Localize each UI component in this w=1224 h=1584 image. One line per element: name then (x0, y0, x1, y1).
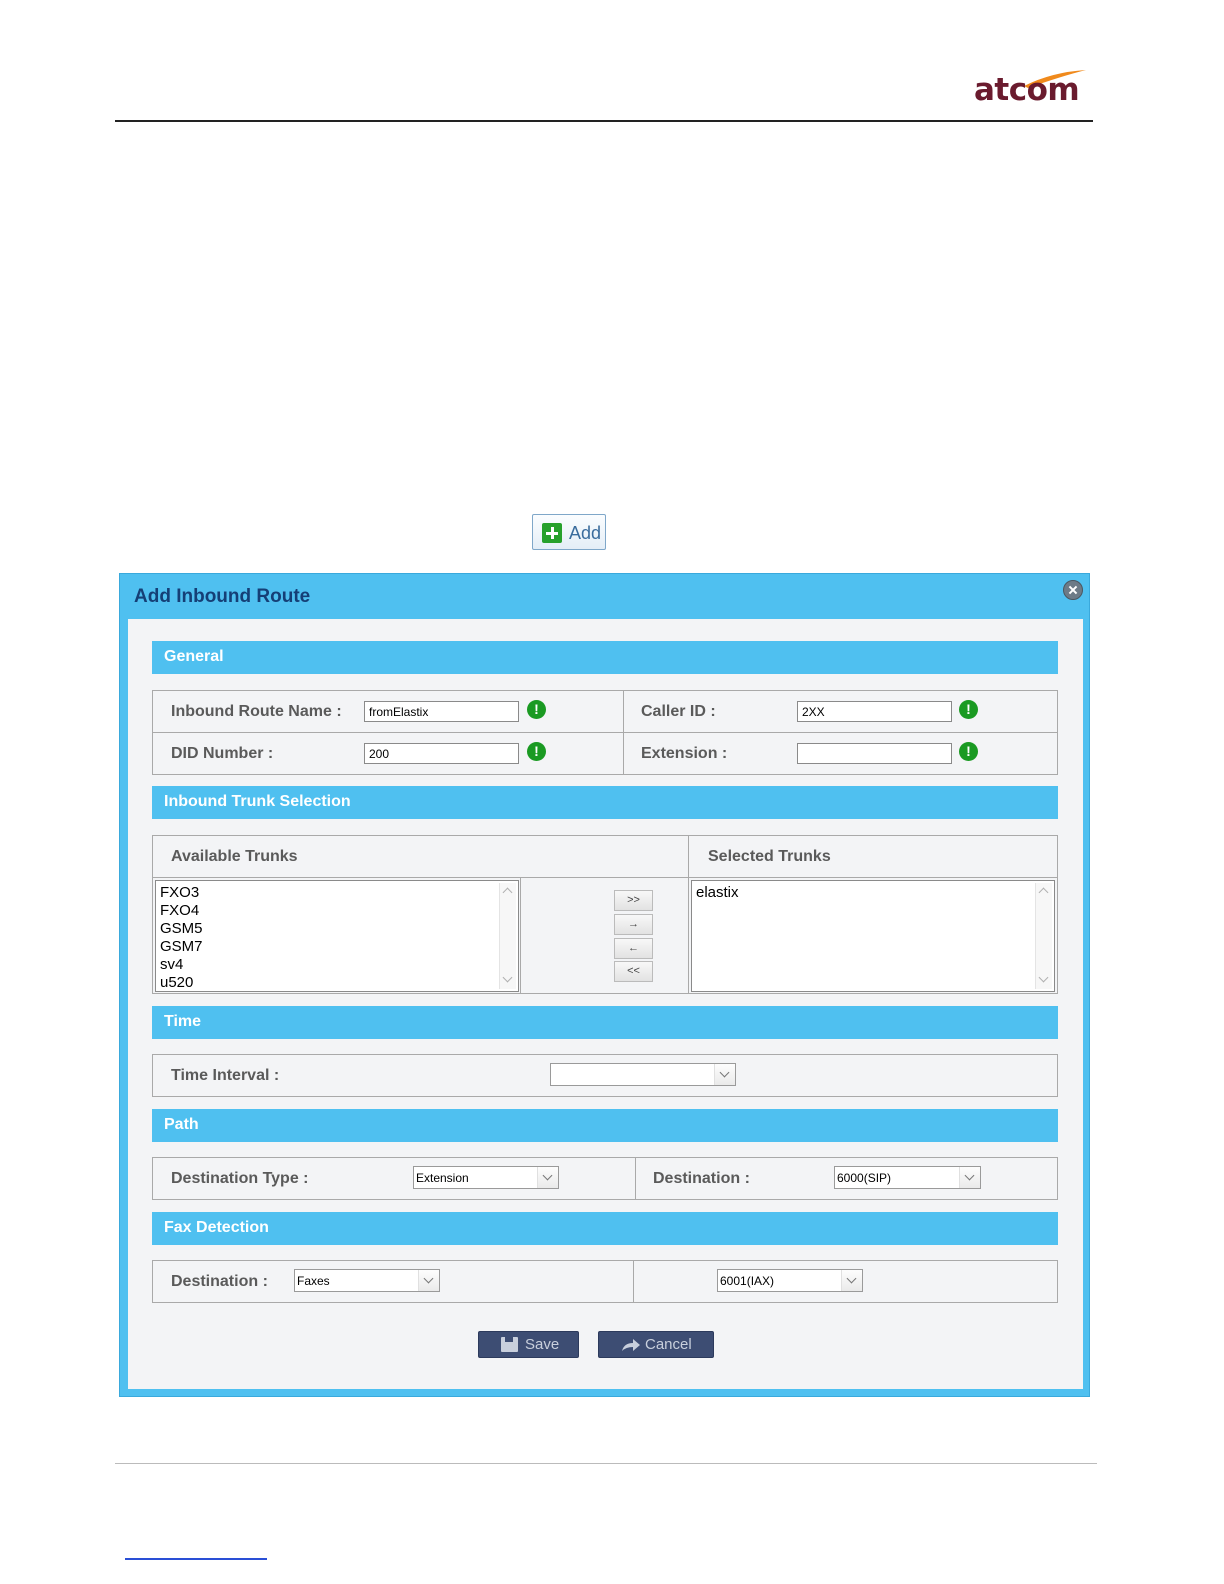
move-right-button[interactable]: → (614, 914, 653, 935)
section-fax: Fax Detection (152, 1212, 1058, 1245)
list-item[interactable]: FXO3 (156, 884, 518, 902)
add-button[interactable]: Add (532, 514, 606, 550)
cancel-button[interactable]: Cancel (598, 1331, 714, 1358)
extension-input[interactable] (797, 743, 952, 764)
valid-icon (527, 742, 546, 761)
divider (623, 691, 624, 774)
time-interval-select[interactable] (550, 1063, 736, 1086)
chevron-down-icon (714, 1064, 735, 1085)
valid-icon (959, 700, 978, 719)
time-form: Time Interval : (152, 1054, 1058, 1097)
scroll-down-icon[interactable] (1038, 972, 1049, 983)
section-time: Time (152, 1006, 1058, 1039)
trunk-selection: Available Trunks Selected Trunks FXO3 FX… (152, 835, 1058, 994)
close-icon[interactable] (1063, 580, 1083, 600)
destination-select[interactable]: 6000(SIP) (834, 1166, 981, 1189)
available-trunks-list[interactable]: FXO3 FXO4 GSM5 GSM7 sv4 u520 (155, 880, 519, 992)
valid-icon (959, 742, 978, 761)
list-item[interactable]: GSM7 (156, 938, 518, 956)
header-rule (115, 120, 1093, 122)
section-path: Path (152, 1109, 1058, 1142)
divider (633, 1261, 634, 1302)
move-left-button[interactable]: ← (614, 938, 653, 959)
list-item[interactable]: sv4 (156, 956, 518, 974)
add-inbound-route-dialog: Add Inbound Route General Inbound Route … (119, 573, 1090, 1397)
fax-destination-value: Faxes (297, 1274, 330, 1288)
plus-icon (542, 523, 562, 543)
list-item[interactable]: u520 (156, 974, 518, 992)
divider (520, 877, 521, 993)
selected-trunks-list[interactable]: elastix (691, 880, 1055, 992)
time-interval-label: Time Interval : (171, 1067, 280, 1084)
route-name-label: Inbound Route Name : (171, 703, 342, 720)
chevron-down-icon (959, 1167, 980, 1188)
chevron-down-icon (418, 1270, 439, 1291)
section-fax-title: Fax Detection (164, 1219, 269, 1236)
fax-target-value: 6001(IAX) (720, 1274, 775, 1288)
dialog-title: Add Inbound Route (134, 586, 311, 607)
list-item[interactable]: FXO4 (156, 902, 518, 920)
divider (635, 1158, 636, 1199)
valid-icon (527, 700, 546, 719)
move-all-left-button[interactable]: << (614, 961, 653, 982)
dialog-body: General Inbound Route Name : fromElastix… (128, 619, 1083, 1389)
move-all-right-button[interactable]: >> (614, 890, 653, 911)
section-general: General (152, 641, 1058, 674)
footer-link-underline[interactable] (125, 1558, 267, 1560)
did-number-label: DID Number : (171, 745, 274, 762)
atcom-logo: atcom (962, 68, 1088, 118)
destination-type-select[interactable]: Extension (413, 1166, 559, 1189)
caller-id-label: Caller ID : (641, 703, 716, 720)
divider (688, 836, 689, 993)
floppy-icon (501, 1337, 518, 1352)
extension-label: Extension : (641, 745, 728, 762)
logo-text: atcom (974, 72, 1080, 108)
cancel-button-label: Cancel (645, 1336, 692, 1353)
section-trunks: Inbound Trunk Selection (152, 786, 1058, 819)
fax-destination-label: Destination : (171, 1273, 268, 1290)
save-button-label: Save (525, 1336, 560, 1353)
route-name-input[interactable]: fromElastix (364, 701, 519, 722)
path-form: Destination Type : Extension Destination… (152, 1157, 1058, 1200)
scroll-up-icon[interactable] (1038, 887, 1049, 898)
section-trunks-title: Inbound Trunk Selection (164, 793, 351, 810)
scroll-up-icon[interactable] (502, 887, 513, 898)
divider (153, 877, 1057, 878)
scrollbar[interactable] (1035, 883, 1052, 989)
divider (153, 732, 1057, 733)
caller-id-input[interactable]: 2XX (797, 701, 952, 722)
scrollbar[interactable] (499, 883, 516, 989)
selected-trunks-label: Selected Trunks (708, 848, 831, 865)
section-time-title: Time (164, 1013, 202, 1030)
fax-destination-select[interactable]: Faxes (294, 1269, 440, 1292)
destination-value: 6000(SIP) (837, 1171, 892, 1185)
share-arrow-icon (622, 1339, 640, 1351)
fax-form: Destination : Faxes 6001(IAX) (152, 1260, 1058, 1303)
section-general-title: General (164, 648, 224, 665)
section-path-title: Path (164, 1116, 199, 1133)
available-trunks-label: Available Trunks (171, 848, 298, 865)
list-item[interactable]: elastix (692, 884, 1054, 902)
destination-type-value: Extension (416, 1171, 469, 1185)
list-item[interactable]: GSM5 (156, 920, 518, 938)
save-button[interactable]: Save (478, 1331, 579, 1358)
did-number-input[interactable]: 200 (364, 743, 519, 764)
footer-rule (115, 1463, 1097, 1464)
destination-type-label: Destination Type : (171, 1170, 309, 1187)
general-form: Inbound Route Name : fromElastix Caller … (152, 690, 1058, 775)
chevron-down-icon (537, 1167, 558, 1188)
scroll-down-icon[interactable] (502, 972, 513, 983)
fax-target-select[interactable]: 6001(IAX) (717, 1269, 863, 1292)
add-button-label: Add (569, 523, 602, 543)
chevron-down-icon (841, 1270, 862, 1291)
destination-label: Destination : (653, 1170, 750, 1187)
